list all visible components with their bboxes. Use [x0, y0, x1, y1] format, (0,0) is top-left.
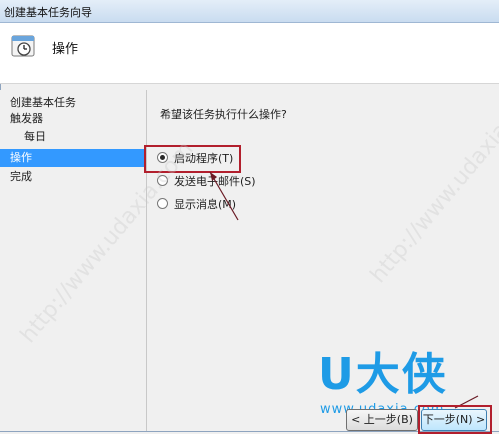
step-finish[interactable]: 完成 — [10, 168, 32, 186]
back-button[interactable]: < 上一步(B) — [346, 409, 418, 431]
step-action[interactable]: 操作 — [0, 149, 146, 167]
step-daily[interactable]: 每日 — [24, 128, 46, 146]
action-question: 希望该任务执行什么操作? — [160, 108, 287, 121]
wizard-steps-sidebar: 创建基本任务 触发器 每日 操作 完成 — [0, 90, 147, 431]
task-scheduler-clock-icon — [11, 35, 35, 57]
page-title: 操作 — [52, 42, 79, 57]
radio-show-message[interactable]: 显示消息(M) — [157, 196, 236, 214]
radio-label-show-message: 显示消息(M) — [174, 198, 237, 211]
window-title: 创建基本任务向导 — [4, 6, 92, 19]
next-button[interactable]: 下一步(N) > — [421, 409, 487, 431]
wizard-header: 操作 — [0, 23, 499, 84]
title-bar[interactable]: 创建基本任务向导 — [0, 0, 499, 23]
udaxia-logo: U大侠 — [318, 349, 448, 400]
radio-label-send-email: 发送电子邮件(S) — [174, 175, 256, 188]
step-trigger[interactable]: 触发器 — [10, 110, 43, 128]
